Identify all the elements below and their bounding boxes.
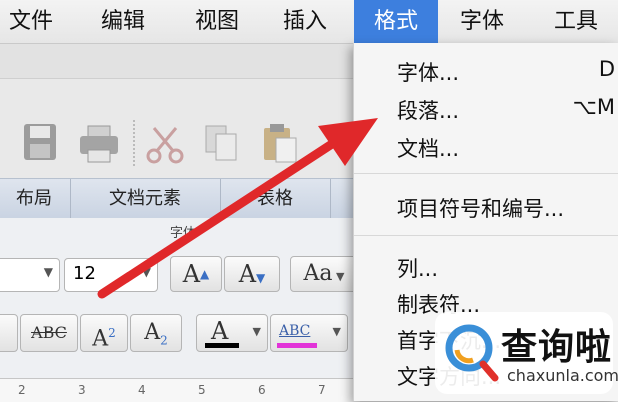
save-icon[interactable] [22,122,58,171]
superscript-button[interactable]: A2 [80,314,128,352]
watermark-cn: 查询啦 [501,327,613,368]
cut-icon[interactable] [146,124,184,173]
font-color-button[interactable]: A ▼ [196,314,268,352]
ribbon-tabs: 布局 文档元素 表格 [0,178,360,220]
tab-document-elements[interactable]: 文档元素 [70,179,221,219]
font-name-field[interactable]: ▼ [0,258,60,292]
shrink-font-button[interactable]: A▼ [224,256,280,292]
chevron-down-icon[interactable]: ▼ [44,265,53,279]
menu-edit[interactable]: 编辑 [88,0,158,43]
font-group-panel [0,218,360,378]
menu-font[interactable]: 字体 [446,0,518,43]
menu-format[interactable]: 格式 [354,0,438,43]
menu-item-columns[interactable]: 列... [397,253,438,283]
search-logo-icon [445,324,499,382]
font-size-field[interactable]: 12 ▼ [64,258,158,292]
menu-item-font[interactable]: 字体... [397,57,459,87]
highlight-color-swatch [277,343,317,348]
strikethrough-button[interactable]: ABC [20,314,78,352]
print-icon[interactable] [78,124,120,173]
watermark: 查询啦 chaxunla.com [435,312,618,394]
subscript-button[interactable]: A2 [130,314,182,352]
menu-tools[interactable]: 工具 [540,0,612,43]
menu-separator [354,235,618,236]
chevron-down-icon: ▼ [332,325,341,338]
ruler-mark: 2 [18,383,26,397]
grow-font-button[interactable]: A▲ [170,256,222,292]
shortcut-font: D [598,57,615,81]
toolbar-divider [133,120,135,166]
paste-icon[interactable] [262,122,300,173]
highlight-button[interactable]: ABC ▼ [270,314,348,352]
title-bar [0,44,360,79]
menu-bar: 文件 编辑 视图 插入 格式 字体 工具 [0,0,618,44]
menu-file[interactable]: 文件 [0,0,62,43]
font-group-label: 字体 [170,226,197,241]
tab-tables[interactable]: 表格 [220,179,331,219]
ruler-mark: 6 [258,383,266,397]
watermark-en: chaxunla.com [507,366,618,385]
tab-layout[interactable]: 布局 [0,179,71,219]
menu-insert[interactable]: 插入 [270,0,340,43]
chevron-down-icon[interactable]: ▼ [142,265,151,279]
font-color-swatch [205,343,239,348]
ruler: 2 3 4 5 6 7 [0,378,360,402]
menu-item-document[interactable]: 文档... [397,133,459,163]
ruler-mark: 3 [78,383,86,397]
menu-item-paragraph[interactable]: 段落... [397,95,459,125]
font-size-value: 12 [73,263,96,284]
change-case-button[interactable]: Aa ▼ [290,256,358,292]
font-color-icon: A [211,317,229,345]
menu-item-bullets-numbering[interactable]: 项目符号和编号... [397,193,564,223]
highlight-icon: ABC [279,323,311,339]
ruler-mark: 7 [318,383,326,397]
format-button[interactable] [0,314,18,352]
menu-view[interactable]: 视图 [182,0,252,43]
copy-icon[interactable] [204,124,240,173]
ruler-mark: 5 [198,383,206,397]
shortcut-paragraph: ⌥M [572,95,615,119]
menu-separator [354,173,618,174]
chevron-down-icon: ▼ [252,325,261,338]
ruler-mark: 4 [138,383,146,397]
